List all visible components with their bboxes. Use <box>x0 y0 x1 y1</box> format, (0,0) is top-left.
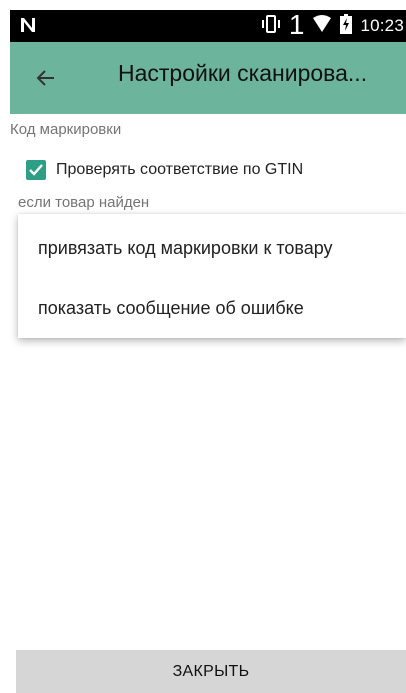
found-item-label: если товар найден <box>18 194 150 211</box>
check-icon <box>29 164 43 176</box>
arrow-left-icon <box>36 70 54 86</box>
gtin-checkbox-label: Проверять соответствие по GTIN <box>56 161 304 178</box>
back-button[interactable] <box>32 64 60 92</box>
action-dropdown-menu: привязать код маркировки к товару показа… <box>18 214 406 338</box>
sim-indicator: 1 <box>288 9 305 40</box>
menu-item-bind-code[interactable]: привязать код маркировки к товару <box>38 238 333 259</box>
status-time: 10:23 <box>360 16 404 35</box>
menu-item-show-error[interactable]: показать сообщение об ошибке <box>38 298 304 319</box>
section-title: Код маркировки <box>10 121 122 138</box>
status-icons: 1 10:23 <box>261 10 404 42</box>
gtin-check-row[interactable]: Проверять соответствие по GTIN <box>26 155 303 185</box>
n-logo-icon <box>18 15 38 35</box>
close-button[interactable]: ЗАКРЫТЬ <box>16 650 406 693</box>
app-bar: Настройки сканирова... <box>10 42 406 114</box>
battery-charging-icon <box>340 13 353 39</box>
gtin-checkbox[interactable] <box>26 160 46 180</box>
screen: 1 10:23 Настройки сканирова... Код марки… <box>0 0 406 693</box>
wifi-icon <box>312 14 332 38</box>
status-bar: 1 10:23 <box>10 10 406 42</box>
page-title: Настройки сканирова... <box>118 60 368 86</box>
vibrate-icon <box>261 14 281 38</box>
